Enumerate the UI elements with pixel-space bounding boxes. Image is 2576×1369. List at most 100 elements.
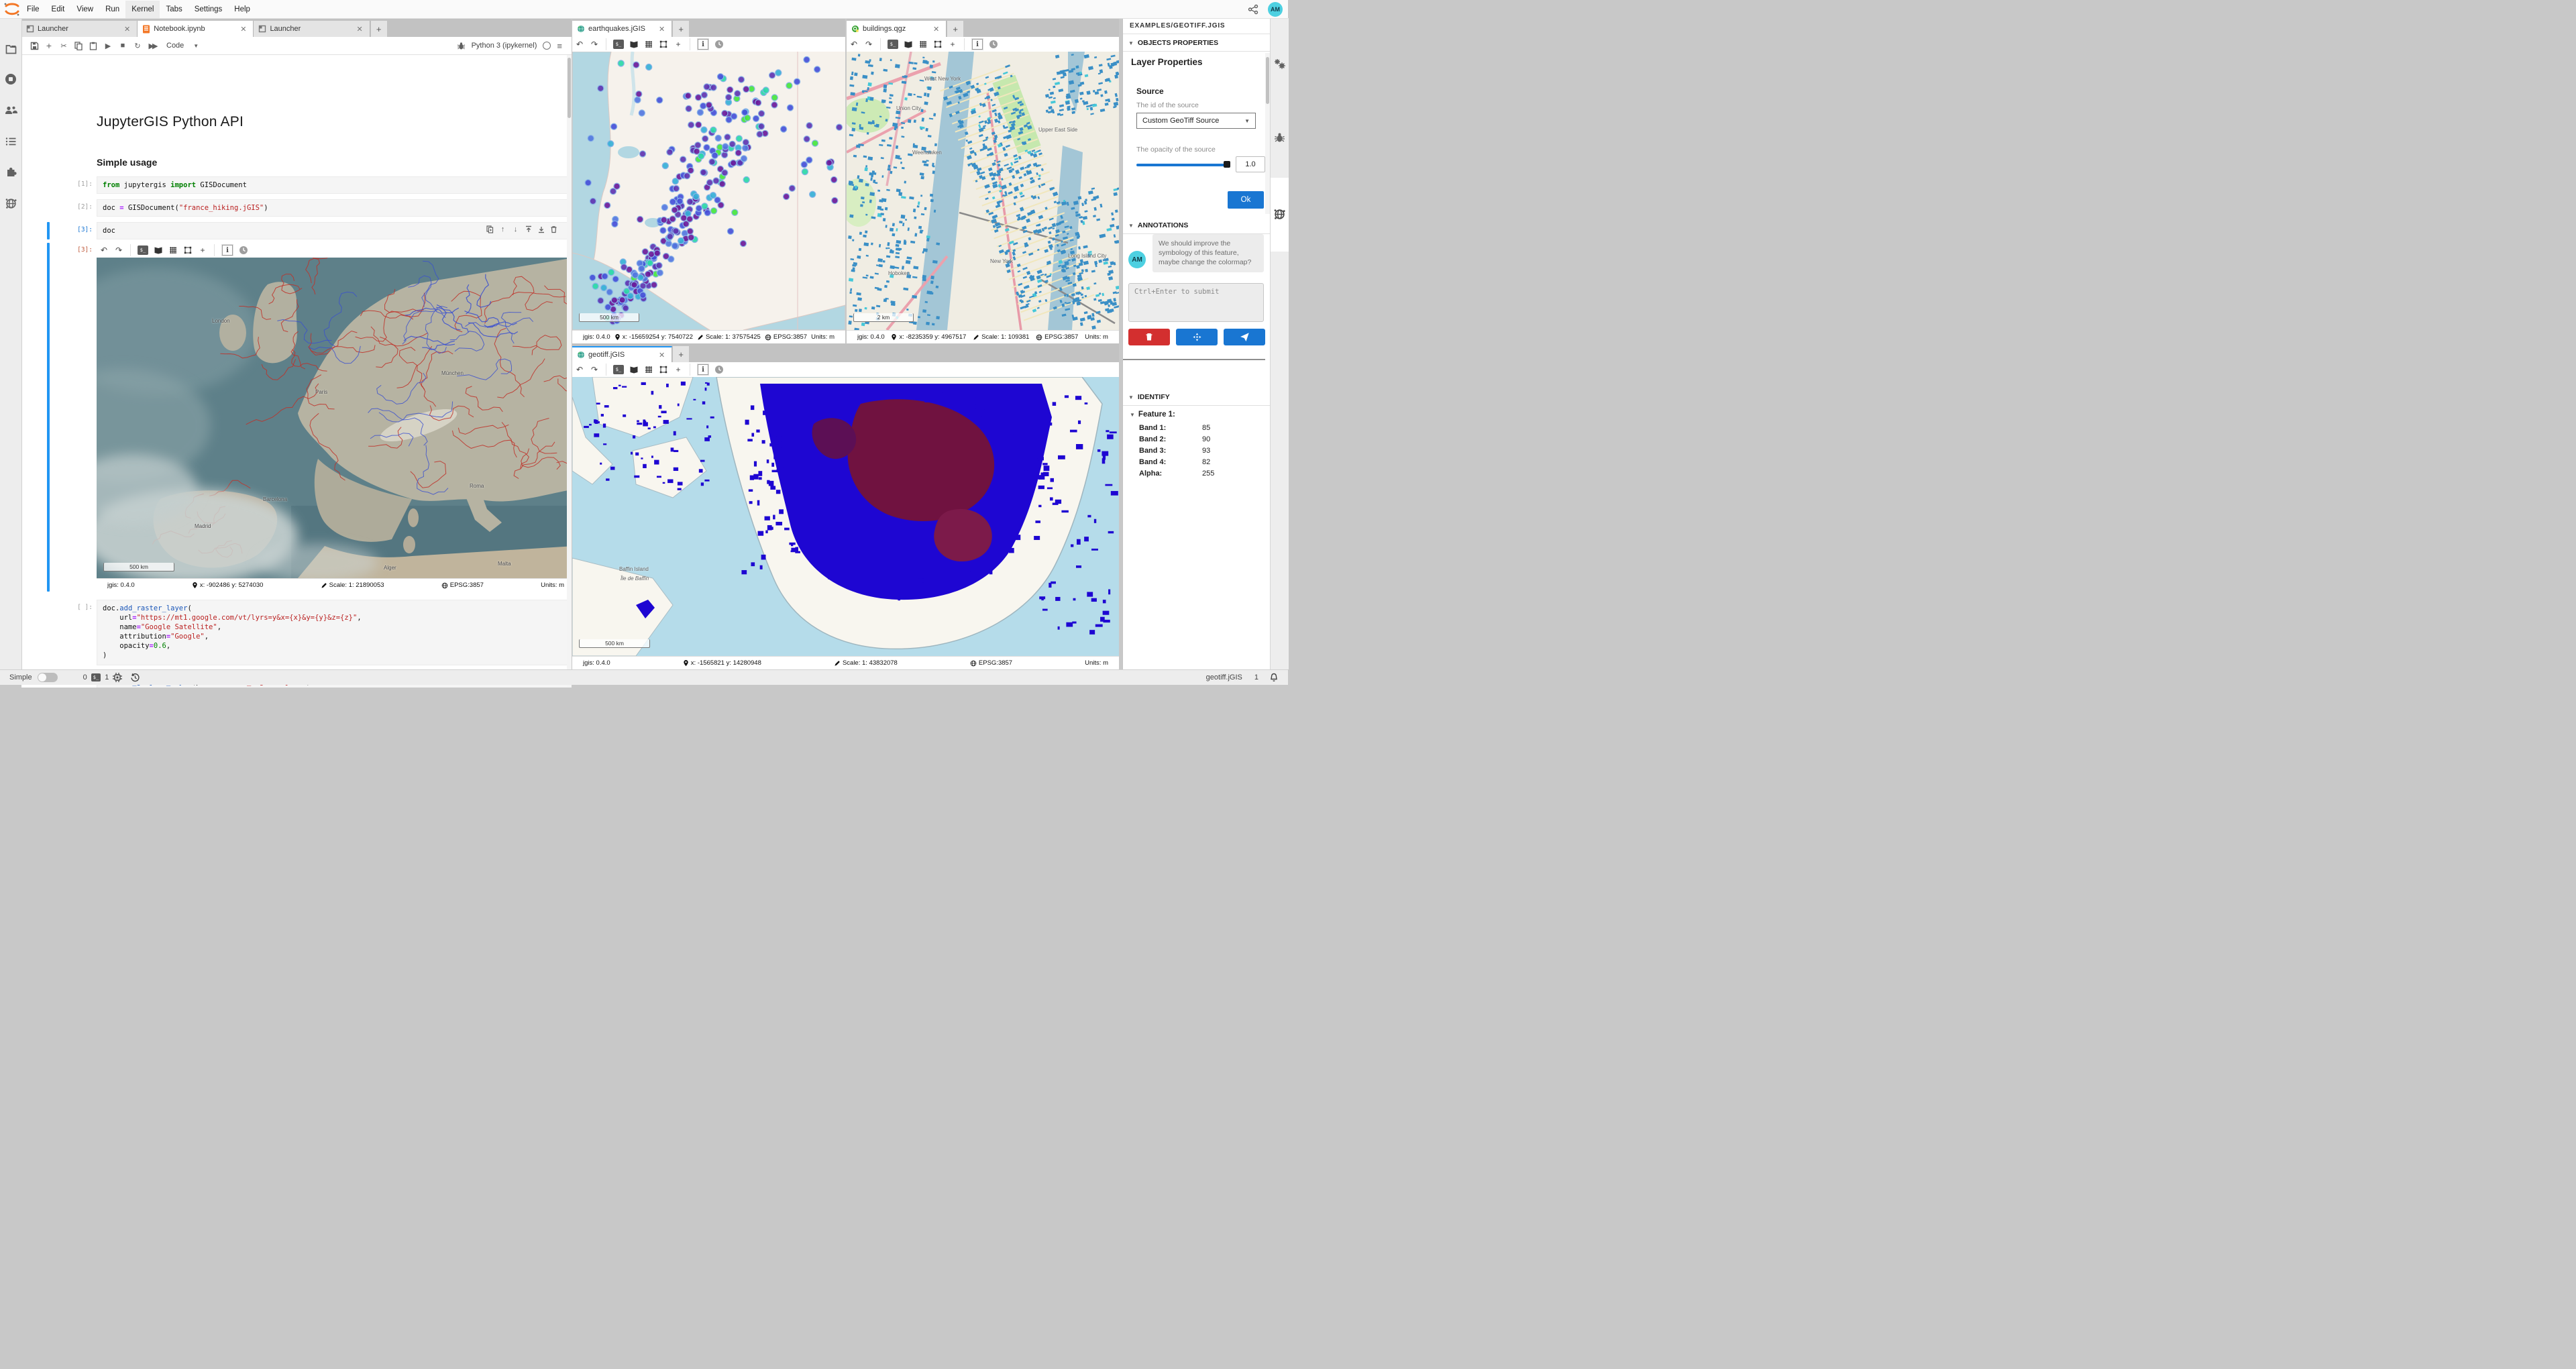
running-kernels-icon[interactable]	[4, 72, 17, 86]
opacity-value-box[interactable]: 1.0	[1236, 156, 1265, 172]
annotations-section[interactable]: ▼ANNOTATIONS	[1123, 217, 1271, 234]
new-tab-button[interactable]: +	[947, 21, 963, 37]
menu-run[interactable]: Run	[99, 1, 125, 18]
paste-cell-icon[interactable]	[86, 39, 101, 52]
new-tab-button[interactable]: +	[371, 21, 387, 37]
redo-icon[interactable]: ↷	[112, 243, 125, 257]
close-tab-icon[interactable]: ✕	[354, 25, 364, 34]
console-icon[interactable]: $_	[138, 245, 148, 255]
stop-kernel-icon[interactable]: ■	[115, 39, 130, 52]
grid-icon[interactable]	[642, 38, 655, 51]
grid-icon[interactable]	[166, 243, 180, 257]
annotation-input[interactable]	[1128, 283, 1264, 322]
france-hiking-map[interactable]: London Paris München Madrid Barcelona Ro…	[97, 258, 567, 578]
add-layer-icon[interactable]: +	[196, 243, 209, 257]
clock-icon[interactable]	[237, 243, 250, 257]
add-layer-icon[interactable]: +	[672, 38, 685, 51]
move-cell-up-icon[interactable]: ↑	[496, 223, 509, 235]
buildings-map[interactable]: West New York Union City Weehawken Upper…	[847, 52, 1119, 330]
tab-earthquakes[interactable]: earthquakes.jGIS ✕	[572, 21, 672, 37]
undo-icon[interactable]: ↶	[573, 363, 586, 376]
copy-cell-icon[interactable]	[71, 39, 86, 52]
redo-icon[interactable]: ↷	[588, 38, 601, 51]
redo-icon[interactable]: ↷	[588, 363, 601, 376]
duplicate-cell-icon[interactable]	[484, 223, 496, 235]
file-browser-icon[interactable]	[4, 42, 17, 56]
simple-mode-toggle[interactable]	[38, 673, 58, 682]
code-cell-1[interactable]: from jupytergis import GISDocument	[97, 176, 567, 194]
user-avatar[interactable]: AM	[1268, 2, 1283, 17]
identify-section[interactable]: ▼IDENTIFY	[1123, 388, 1271, 406]
menu-help[interactable]: Help	[228, 1, 256, 18]
run-cell-icon[interactable]: ▶	[101, 39, 115, 52]
new-tab-button[interactable]: +	[673, 346, 689, 362]
center-on-annotation-button[interactable]	[1176, 329, 1218, 345]
undo-icon[interactable]: ↶	[847, 38, 861, 51]
menu-settings[interactable]: Settings	[189, 1, 229, 18]
close-tab-icon[interactable]: ✕	[657, 351, 667, 360]
delete-annotation-button[interactable]	[1128, 329, 1170, 345]
bell-icon[interactable]	[1269, 673, 1279, 683]
earthquakes-map[interactable]: 500 km	[572, 52, 845, 330]
ok-button[interactable]: Ok	[1228, 191, 1264, 209]
undo-icon[interactable]: ↶	[97, 243, 111, 257]
extent-icon[interactable]	[657, 38, 670, 51]
objects-properties-section[interactable]: ▼OBJECTS PROPERTIES	[1123, 34, 1271, 52]
submit-annotation-button[interactable]	[1224, 329, 1265, 345]
open-book-icon[interactable]	[152, 243, 165, 257]
opacity-slider[interactable]	[1136, 160, 1229, 168]
collaboration-users-icon[interactable]	[4, 103, 17, 117]
current-document-label[interactable]: geotiff.jGIS	[1206, 673, 1242, 681]
property-inspector-icon[interactable]	[1273, 57, 1286, 70]
geotiff-map[interactable]: Baffin Island Île de Baffin 500 km	[572, 377, 1119, 656]
tab-geotiff[interactable]: geotiff.jGIS ✕	[572, 346, 672, 362]
close-tab-icon[interactable]: ✕	[238, 25, 248, 34]
console-icon[interactable]: $_	[613, 40, 624, 49]
menu-view[interactable]: View	[70, 1, 99, 18]
menu-tabs[interactable]: Tabs	[160, 1, 188, 18]
restart-kernel-icon[interactable]: ↻	[130, 39, 145, 52]
source-select[interactable]: Custom GeoTiff Source ▼	[1136, 113, 1256, 129]
tab-launcher-1[interactable]: Launcher ✕	[21, 21, 138, 37]
grid-icon[interactable]	[642, 363, 655, 376]
close-tab-icon[interactable]: ✕	[931, 25, 941, 34]
console-icon[interactable]: $_	[888, 40, 898, 49]
gis-globe-icon[interactable]	[4, 197, 17, 210]
debugger-bug-icon[interactable]	[457, 42, 466, 50]
clock-icon[interactable]	[987, 38, 1000, 51]
redo-icon[interactable]: ↷	[862, 38, 875, 51]
cell-type-dropdown[interactable]: Code ▼	[166, 42, 199, 50]
menu-edit[interactable]: Edit	[46, 1, 71, 18]
identify-icon[interactable]: i	[698, 364, 708, 375]
close-tab-icon[interactable]: ✕	[657, 25, 667, 34]
restart-run-all-icon[interactable]: ▶▶	[145, 39, 160, 52]
close-tab-icon[interactable]: ✕	[122, 25, 132, 34]
undo-icon[interactable]: ↶	[573, 38, 586, 51]
debugger-bug-icon[interactable]	[1273, 131, 1286, 144]
insert-cell-below-icon[interactable]	[535, 223, 547, 235]
notebook-menu-icon[interactable]: ≡	[557, 41, 562, 51]
insert-cell-icon[interactable]: +	[42, 39, 56, 52]
tab-launcher-2[interactable]: Launcher ✕	[254, 21, 370, 37]
tab-buildings[interactable]: buildings.qgz ✕	[847, 21, 947, 37]
code-cell-raster[interactable]: doc.add_raster_layer( url="https://mt1.g…	[97, 600, 567, 665]
clock-icon[interactable]	[712, 363, 726, 376]
notebook-scrollbar[interactable]	[567, 55, 572, 688]
grid-icon[interactable]	[916, 38, 930, 51]
identify-icon[interactable]: i	[972, 39, 983, 50]
open-book-icon[interactable]	[627, 363, 641, 376]
history-icon[interactable]	[130, 673, 140, 683]
menu-kernel[interactable]: Kernel	[125, 1, 160, 18]
insert-cell-above-icon[interactable]	[522, 223, 535, 235]
clock-icon[interactable]	[712, 38, 726, 51]
kernels-count[interactable]: 1	[105, 673, 109, 681]
share-icon[interactable]	[1248, 4, 1258, 15]
console-icon[interactable]: $_	[613, 365, 624, 374]
gis-globe-icon[interactable]	[1273, 207, 1286, 221]
extent-icon[interactable]	[181, 243, 195, 257]
tab-notebook[interactable]: Notebook.ipynb ✕	[138, 21, 254, 37]
kernel-name[interactable]: Python 3 (ipykernel)	[472, 42, 537, 50]
identify-icon[interactable]: i	[698, 39, 708, 50]
table-of-contents-icon[interactable]	[4, 135, 17, 148]
code-cell-2[interactable]: doc = GISDocument("france_hiking.jGIS")	[97, 199, 567, 217]
